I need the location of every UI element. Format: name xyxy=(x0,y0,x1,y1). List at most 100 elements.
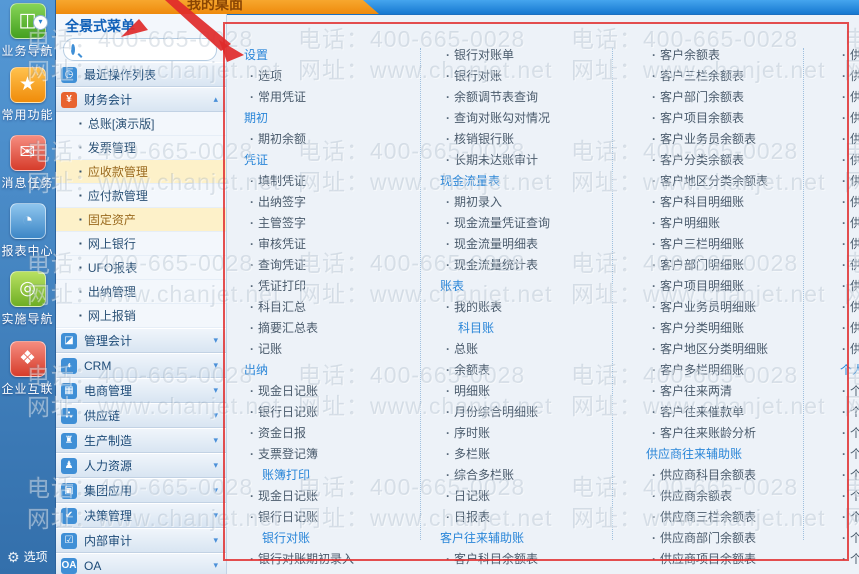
menu-section-header[interactable]: · 供应商往来辅助账 xyxy=(638,443,803,464)
menu-entry[interactable]: · 供 xyxy=(838,128,859,149)
menu-entry[interactable]: · 常用凭证 xyxy=(236,86,420,107)
menu-entry[interactable]: · 客户项目余额表 xyxy=(638,107,803,128)
menu-entry[interactable]: · 供 xyxy=(838,65,859,86)
panel-row[interactable]: ▪ 发票管理 xyxy=(55,136,226,160)
panel-row[interactable]: ▪ UFO报表 xyxy=(55,256,226,280)
menu-entry[interactable]: · 供应商余额表 xyxy=(638,485,803,506)
panel-row[interactable]: ▪ 固定资产 xyxy=(55,208,226,232)
menu-entry[interactable]: · 客户明细账 xyxy=(638,212,803,233)
menu-entry[interactable]: · 总账 xyxy=(432,338,612,359)
menu-subsection-header[interactable]: · 银行对账 xyxy=(236,527,420,548)
menu-entry[interactable]: · 银行日记账 xyxy=(236,506,420,527)
menu-section-header[interactable]: · 客户往来辅助账 xyxy=(432,527,612,548)
menu-entry[interactable]: · 主管签字 xyxy=(236,212,420,233)
panel-row[interactable]: ♜ ▪ 生产制造 ▾ xyxy=(55,428,226,453)
menu-entry[interactable]: · 期初余额 xyxy=(236,128,420,149)
menu-entry[interactable]: · 供 xyxy=(838,191,859,212)
panel-row[interactable]: ▦ ▪ 电商管理 ▾ xyxy=(55,378,226,403)
menu-entry[interactable]: · 摘要汇总表 xyxy=(236,317,420,338)
panel-row[interactable]: ▪ 总账[演示版] xyxy=(55,112,226,136)
panel-row[interactable]: ◷ ▪ 最近操作列表 xyxy=(55,62,226,87)
menu-entry[interactable]: · 客户部门明细账 xyxy=(638,254,803,275)
menu-entry[interactable]: · 客户部门余额表 xyxy=(638,86,803,107)
collapse-button[interactable]: ▾ xyxy=(33,15,48,30)
menu-entry[interactable]: · 客户项目明细账 xyxy=(638,275,803,296)
menu-entry[interactable]: · 现金日记账 xyxy=(236,380,420,401)
menu-entry[interactable]: · 审核凭证 xyxy=(236,233,420,254)
menu-entry[interactable]: · 资金日报 xyxy=(236,422,420,443)
panel-row[interactable]: ☑ ▪ 内部审计 ▾ xyxy=(55,528,226,553)
menu-entry[interactable]: · 供 xyxy=(838,233,859,254)
menu-entry[interactable]: · 客户科目明细账 xyxy=(638,191,803,212)
menu-entry[interactable]: · 银行对账 xyxy=(432,65,612,86)
menu-subsection-header[interactable]: · 账簿打印 xyxy=(236,464,420,485)
menu-entry[interactable]: · 供 xyxy=(838,212,859,233)
menu-entry[interactable]: · 客户三栏明细账 xyxy=(638,233,803,254)
menu-entry[interactable]: · 个 xyxy=(838,548,859,569)
star-icon[interactable]: ★ 常用功能 xyxy=(0,67,55,123)
menu-entry[interactable]: · 现金流量明细表 xyxy=(432,233,612,254)
menu-entry[interactable]: · 科目汇总 xyxy=(236,296,420,317)
menu-entry[interactable]: · 客户业务员明细账 xyxy=(638,296,803,317)
menu-section-header[interactable]: · 期初 xyxy=(236,107,420,128)
menu-entry[interactable]: · 余额表 xyxy=(432,359,612,380)
tab-my-desktop[interactable]: 我的桌面 xyxy=(49,0,379,14)
panel-row[interactable]: ◖ ▪ CRM ▾ xyxy=(55,353,226,378)
panel-row[interactable]: ¥ ▪ 财务会计 ▴ xyxy=(55,87,226,112)
menu-entry[interactable]: · 明细账 xyxy=(432,380,612,401)
report-icon[interactable]: ◔ 报表中心 xyxy=(0,203,55,259)
mail-icon[interactable]: ✉ 消息任务 xyxy=(0,135,55,191)
menu-entry[interactable]: · 供 xyxy=(838,317,859,338)
menu-entry[interactable]: · 客户往来账龄分析 xyxy=(638,422,803,443)
panel-row[interactable]: ∴ ▪ 供应链 ▾ xyxy=(55,403,226,428)
menu-entry[interactable]: · 供 xyxy=(838,338,859,359)
menu-entry[interactable]: · 现金日记账 xyxy=(236,485,420,506)
menu-entry[interactable]: · 供 xyxy=(838,170,859,191)
panel-row[interactable]: ▪ 出纳管理 xyxy=(55,280,226,304)
compass-icon[interactable]: ◎ 实施导航 xyxy=(0,271,55,327)
menu-entry[interactable]: · 供应商部门余额表 xyxy=(638,527,803,548)
menu-entry[interactable]: · 个 xyxy=(838,527,859,548)
search-input[interactable] xyxy=(81,43,227,57)
menu-entry[interactable]: · 供 xyxy=(838,296,859,317)
menu-entry[interactable]: · 客户三栏余额表 xyxy=(638,65,803,86)
menu-section-header[interactable]: · 现金流量表 xyxy=(432,170,612,191)
menu-entry[interactable]: · 供 xyxy=(838,275,859,296)
panel-row[interactable]: ♟ ▪ 人力资源 ▾ xyxy=(55,453,226,478)
menu-entry[interactable]: · 选项 xyxy=(236,65,420,86)
menu-entry[interactable]: · 客户分类余额表 xyxy=(638,149,803,170)
menu-entry[interactable]: · 查询对账勾对情况 xyxy=(432,107,612,128)
network-icon[interactable]: ❖ 企业互联 xyxy=(0,341,55,397)
menu-entry[interactable]: · 月份综合明细账 xyxy=(432,401,612,422)
org-chart-icon[interactable]: ◫ 业务导航 xyxy=(0,3,55,59)
menu-entry[interactable]: · 供应商科目余额表 xyxy=(638,464,803,485)
search-box[interactable] xyxy=(63,38,217,61)
menu-entry[interactable]: · 多栏账 xyxy=(432,443,612,464)
menu-section-header[interactable]: · 账表 xyxy=(432,275,612,296)
menu-entry[interactable]: · 凭证打印 xyxy=(236,275,420,296)
menu-section-header[interactable]: · 个人 xyxy=(838,359,859,380)
menu-entry[interactable]: · 供应商三栏余额表 xyxy=(638,506,803,527)
menu-section-header[interactable]: · 凭证 xyxy=(236,149,420,170)
menu-entry[interactable]: · 个 xyxy=(838,401,859,422)
menu-entry[interactable]: · 客户多栏明细账 xyxy=(638,359,803,380)
menu-entry[interactable]: · 客户往来催款单 xyxy=(638,401,803,422)
menu-entry[interactable]: · 供 xyxy=(838,107,859,128)
panel-row[interactable]: ◪ ▪ 管理会计 ▾ xyxy=(55,328,226,353)
menu-entry[interactable]: · 个 xyxy=(838,380,859,401)
menu-entry[interactable]: · 供 xyxy=(838,149,859,170)
menu-entry[interactable]: · 填制凭证 xyxy=(236,170,420,191)
menu-entry[interactable]: · 个 xyxy=(838,506,859,527)
menu-entry[interactable]: · 记账 xyxy=(236,338,420,359)
panel-row[interactable]: ▪ 网上报销 xyxy=(55,304,226,328)
menu-entry[interactable]: · 查询凭证 xyxy=(236,254,420,275)
menu-entry[interactable]: · 银行对账单 xyxy=(432,44,612,65)
menu-entry[interactable]: · 客户地区分类余额表 xyxy=(638,170,803,191)
menu-entry[interactable]: · 现金流量统计表 xyxy=(432,254,612,275)
panel-row[interactable]: OA ▪ OA ▾ xyxy=(55,553,226,574)
menu-entry[interactable]: · 出纳签字 xyxy=(236,191,420,212)
menu-subsection-header[interactable]: · 科目账 xyxy=(432,317,612,338)
menu-entry[interactable]: · 期初录入 xyxy=(432,191,612,212)
menu-entry[interactable]: · 银行日记账 xyxy=(236,401,420,422)
panel-row[interactable]: ▣ ▪ 集团应用 ▾ xyxy=(55,478,226,503)
